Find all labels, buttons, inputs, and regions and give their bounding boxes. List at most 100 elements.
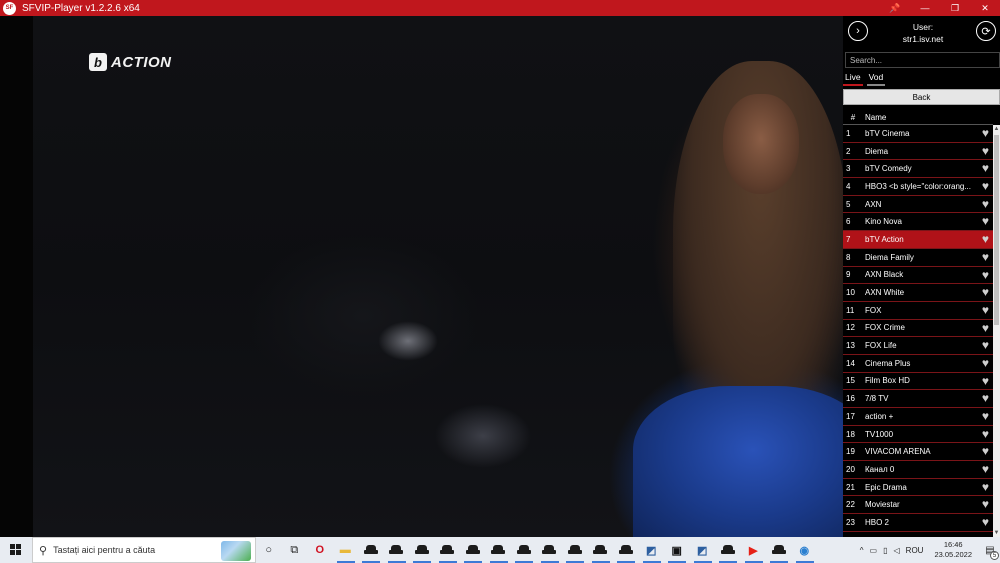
incognito-icon[interactable]	[537, 537, 563, 563]
incognito-icon[interactable]	[511, 537, 537, 563]
channel-number: 8	[846, 252, 851, 262]
incognito-icon[interactable]	[460, 537, 486, 563]
battery-icon[interactable]: ▯	[880, 546, 890, 555]
task-view-icon[interactable]: ⧉	[282, 537, 308, 563]
favorite-heart-icon[interactable]: ♥	[982, 198, 989, 210]
favorite-heart-icon[interactable]: ♥	[982, 445, 989, 457]
weather-icon[interactable]	[221, 541, 251, 561]
channel-row[interactable]: 12 FOX Crime ♥	[843, 320, 993, 338]
taskbar: ⚲ Tastați aici pentru a căuta ○ ⧉ O ▬ ◩ ▣ ◩ ▶…	[0, 537, 1000, 563]
incognito-icon[interactable]	[486, 537, 512, 563]
favorite-heart-icon[interactable]: ♥	[982, 375, 989, 387]
start-button[interactable]	[0, 537, 32, 563]
incognito-icon[interactable]	[588, 537, 614, 563]
cortana-icon[interactable]: ○	[256, 537, 282, 563]
minimize-button[interactable]: —	[910, 0, 940, 16]
favorite-heart-icon[interactable]: ♥	[982, 286, 989, 298]
pin-icon[interactable]: 📌	[880, 0, 910, 16]
favorite-heart-icon[interactable]: ♥	[982, 145, 989, 157]
refresh-icon[interactable]: ⟳	[976, 21, 996, 41]
column-header-name[interactable]: Name	[863, 113, 886, 122]
close-button[interactable]: ✕	[970, 0, 1000, 16]
channel-number: 23	[846, 517, 855, 527]
favorite-heart-icon[interactable]: ♥	[982, 162, 989, 174]
network-icon[interactable]: ▭	[867, 546, 881, 555]
channel-row[interactable]: 18 TV1000 ♥	[843, 426, 993, 444]
channel-row[interactable]: 14 Cinema Plus ♥	[843, 355, 993, 373]
incognito-icon[interactable]	[384, 537, 410, 563]
incognito-icon[interactable]	[435, 537, 461, 563]
volume-icon[interactable]: ◁	[891, 546, 903, 555]
incognito-icon[interactable]	[766, 537, 792, 563]
channel-row[interactable]: 11 FOX ♥	[843, 302, 993, 320]
favorite-heart-icon[interactable]: ♥	[982, 233, 989, 245]
channel-name: AXN Black	[865, 270, 904, 280]
next-arrow-icon[interactable]: ›	[848, 21, 868, 41]
video-player[interactable]: b ACTION	[0, 16, 843, 537]
favorite-heart-icon[interactable]: ♥	[982, 463, 989, 475]
channel-row[interactable]: 9 AXN Black ♥	[843, 267, 993, 285]
favorite-heart-icon[interactable]: ♥	[982, 127, 989, 139]
channel-row[interactable]: 20 Канал 0 ♥	[843, 461, 993, 479]
channel-list-scrollbar[interactable]: ▲ ▼	[993, 125, 1000, 537]
incognito-icon[interactable]	[562, 537, 588, 563]
channel-row[interactable]: 8 Diema Family ♥	[843, 249, 993, 267]
favorite-heart-icon[interactable]: ♥	[982, 215, 989, 227]
incognito-icon[interactable]	[613, 537, 639, 563]
favorite-heart-icon[interactable]: ♥	[982, 304, 989, 316]
column-header-num[interactable]: #	[843, 113, 863, 122]
tray-chevron-icon[interactable]: ^	[857, 546, 867, 555]
favorite-heart-icon[interactable]: ♥	[982, 180, 989, 192]
tab-live[interactable]: Live	[843, 71, 863, 86]
channel-row[interactable]: 19 VIVACOM ARENA ♥	[843, 443, 993, 462]
channel-row[interactable]: 1 bTV Cinema ♥	[843, 125, 993, 143]
sfvip-icon[interactable]: ◉	[792, 537, 818, 563]
taskbar-search[interactable]: ⚲ Tastați aici pentru a căuta	[32, 537, 256, 563]
terminal-icon[interactable]: ▣	[664, 537, 690, 563]
youtube-icon[interactable]: ▶	[741, 537, 767, 563]
incognito-icon[interactable]	[409, 537, 435, 563]
channel-row[interactable]: 5 AXN ♥	[843, 196, 993, 214]
favorite-heart-icon[interactable]: ♥	[982, 357, 989, 369]
incognito-icon[interactable]	[358, 537, 384, 563]
channel-search-input[interactable]	[845, 52, 1000, 68]
channel-row[interactable]: 3 bTV Comedy ♥	[843, 160, 993, 179]
python-icon[interactable]: ◩	[639, 537, 665, 563]
channel-row[interactable]: 16 7/8 TV ♥	[843, 390, 993, 408]
channel-row[interactable]: 10 AXN White ♥	[843, 284, 993, 302]
tab-vod[interactable]: Vod	[866, 71, 886, 86]
favorite-heart-icon[interactable]: ♥	[982, 392, 989, 404]
channel-row[interactable]: 15 Film Box HD ♥	[843, 373, 993, 391]
title-bar[interactable]: SF SFVIP-Player v1.2.2.6 x64 📌 — ❐ ✕	[0, 0, 1000, 16]
clock[interactable]: 16:46 23.05.2022	[926, 540, 980, 560]
scroll-up-icon[interactable]: ▲	[993, 125, 1000, 133]
channel-row[interactable]: 17 action + ♥	[843, 408, 993, 426]
channel-row[interactable]: 22 Moviestar ♥	[843, 496, 993, 515]
python-icon[interactable]: ◩	[690, 537, 716, 563]
favorite-heart-icon[interactable]: ♥	[982, 428, 989, 440]
opera-icon[interactable]: O	[307, 537, 333, 563]
favorite-heart-icon[interactable]: ♥	[982, 322, 989, 334]
language-indicator[interactable]: ROU	[903, 546, 927, 555]
favorite-heart-icon[interactable]: ♥	[982, 481, 989, 493]
channel-row[interactable]: 2 Diema ♥	[843, 143, 993, 161]
favorite-heart-icon[interactable]: ♥	[982, 516, 989, 528]
channel-row[interactable]: 6 Kino Nova ♥	[843, 213, 993, 232]
channel-row[interactable]: 23 HBO 2 ♥	[843, 514, 993, 532]
channel-row[interactable]: 13 FOX Life ♥	[843, 337, 993, 355]
back-button[interactable]: Back	[843, 89, 1000, 105]
favorite-heart-icon[interactable]: ♥	[982, 251, 989, 263]
file-explorer-icon[interactable]: ▬	[333, 537, 359, 563]
maximize-button[interactable]: ❐	[940, 0, 970, 16]
channel-row[interactable]: 21 Epic Drama ♥	[843, 479, 993, 497]
incognito-icon[interactable]	[715, 537, 741, 563]
favorite-heart-icon[interactable]: ♥	[982, 410, 989, 422]
favorite-heart-icon[interactable]: ♥	[982, 339, 989, 351]
channel-row[interactable]: 4 HBO3 <b style="color:orang... ♥	[843, 178, 993, 196]
notifications-icon[interactable]: ▤ 5	[980, 537, 1000, 563]
favorite-heart-icon[interactable]: ♥	[982, 498, 989, 510]
favorite-heart-icon[interactable]: ♥	[982, 269, 989, 281]
channel-row[interactable]: 7 bTV Action ♥	[843, 231, 993, 249]
scroll-down-icon[interactable]: ▼	[993, 529, 1000, 537]
scroll-thumb[interactable]	[994, 135, 999, 325]
